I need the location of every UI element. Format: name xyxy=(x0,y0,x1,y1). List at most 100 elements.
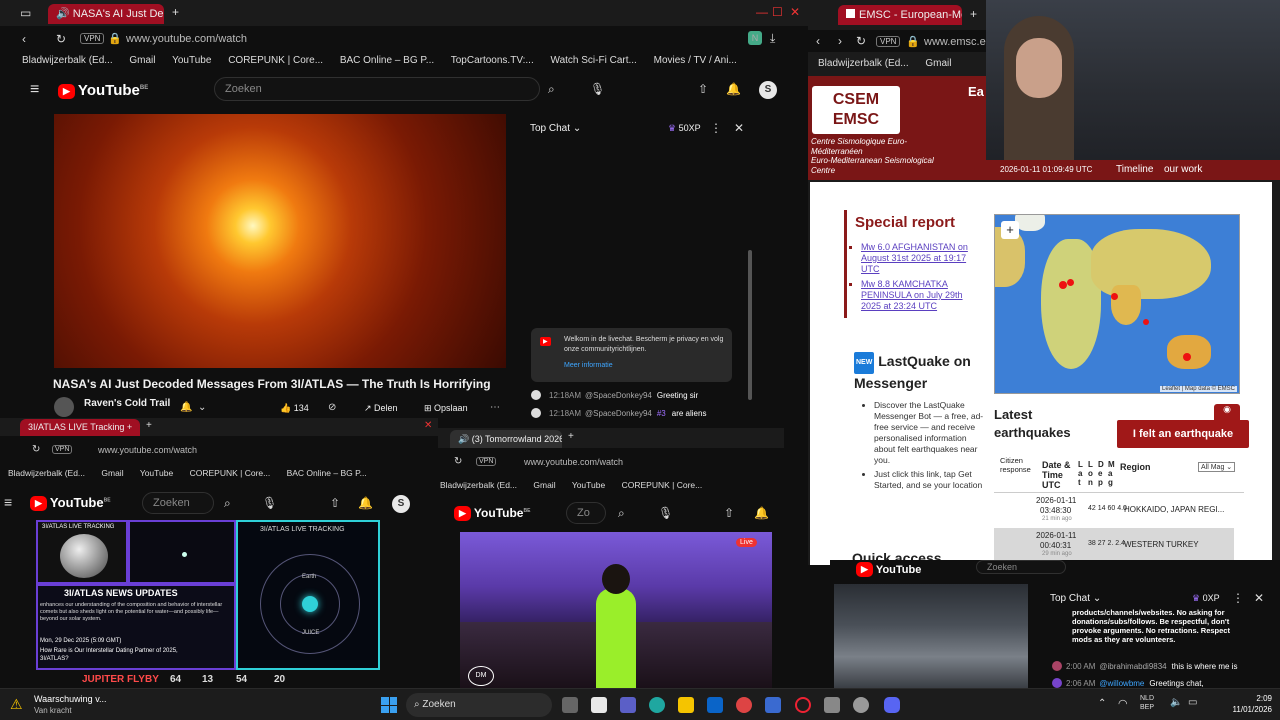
maximize-icon[interactable]: ☐ xyxy=(772,5,783,19)
quake-marker[interactable] xyxy=(1111,293,1118,300)
bookmark-item[interactable]: YouTube xyxy=(572,480,605,490)
bookmark-item[interactable]: BAC Online – BG P... xyxy=(287,468,367,478)
settings-icon[interactable] xyxy=(853,697,869,713)
youtube-search-input[interactable]: Zoeken xyxy=(976,560,1066,574)
youtube-logo[interactable]: ▶ YouTubeBE xyxy=(454,506,530,521)
emsc-logo[interactable]: CSEM EMSC xyxy=(812,86,900,134)
bookmark-item[interactable]: BAC Online – BG P... xyxy=(340,55,434,66)
microphone-icon[interactable]: 🎙 xyxy=(262,496,277,510)
col-citizen-response[interactable]: Citizen response xyxy=(1000,456,1036,474)
back-icon[interactable]: ‹ xyxy=(816,34,820,48)
bookmark-item[interactable]: Bladwijzerbalk (Ed... xyxy=(22,55,113,66)
small-video-player[interactable] xyxy=(834,584,1028,688)
vpn-badge[interactable]: VPN xyxy=(80,33,105,44)
reload-icon[interactable]: ↻ xyxy=(56,32,66,46)
notification-bell-icon[interactable]: 🔔 xyxy=(180,402,192,413)
col-lon[interactable]: L o n xyxy=(1088,460,1096,487)
avatar[interactable]: S xyxy=(759,81,777,99)
sidebar-toggle-icon[interactable]: ▭ xyxy=(20,6,31,20)
microphone-icon[interactable]: 🎙 xyxy=(590,82,605,96)
speaker-tray-icon[interactable]: 🔈 xyxy=(1170,697,1182,708)
channel-name[interactable]: Raven's Cold Trail xyxy=(84,398,170,409)
like-button[interactable]: 👍 134 xyxy=(280,403,309,414)
emsc-url-text[interactable]: www.emsc.eu xyxy=(924,36,992,48)
bookmark-item[interactable]: COREPUNK | Core... xyxy=(228,55,323,66)
small-chat-header[interactable]: Top Chat ⌄ xyxy=(1050,593,1101,604)
calculator-icon[interactable] xyxy=(824,697,840,713)
bookmark-item[interactable]: Watch Sci-Fi Cart... xyxy=(551,55,637,66)
chat-header[interactable]: Top Chat ⌄ xyxy=(530,123,581,134)
store-icon[interactable] xyxy=(765,697,781,713)
close-icon[interactable]: ✕ xyxy=(790,5,800,19)
back-icon[interactable]: ‹ xyxy=(22,32,26,46)
col-date-time[interactable]: Date & Time UTC xyxy=(1042,460,1072,490)
upload-icon[interactable]: ⇧ xyxy=(698,82,708,96)
language-indicator[interactable]: NLD BEP xyxy=(1140,694,1154,712)
outlook-icon[interactable] xyxy=(707,697,723,713)
download-icon[interactable]: ⤓ xyxy=(770,31,775,46)
bookmark-item[interactable]: Bladwijzerbalk (Ed... xyxy=(440,480,517,490)
bookmark-item[interactable]: Movies / TV / Ani... xyxy=(654,55,737,66)
quake-marker[interactable] xyxy=(1143,319,1149,325)
col-mag[interactable]: M a g xyxy=(1108,460,1116,487)
hamburger-menu-icon[interactable]: ≡ xyxy=(4,494,12,510)
tomorrowland-active-tab[interactable]: 🔊 (3) Tomorrowland 2026 xyxy=(450,430,562,448)
chrome-icon[interactable] xyxy=(736,697,752,713)
edge-icon[interactable] xyxy=(649,697,665,713)
bell-icon[interactable]: 🔔 xyxy=(726,82,741,96)
upload-icon[interactable]: ⇧ xyxy=(724,506,734,520)
felt-earthquake-button[interactable]: I felt an earthquake xyxy=(1117,420,1249,448)
bookmark-item[interactable]: Gmail xyxy=(129,55,155,66)
youtube-logo[interactable]: ▶ YouTubeBE xyxy=(30,495,111,511)
hamburger-menu-icon[interactable]: ≡ xyxy=(30,81,39,99)
main-url-text[interactable]: www.youtube.com/watch xyxy=(126,33,247,45)
map-attribution[interactable]: Leaflet | Map data © EMSC xyxy=(1159,386,1237,392)
discord-icon[interactable] xyxy=(884,697,900,713)
youtube-search-input[interactable]: Zo xyxy=(566,502,606,524)
avatar[interactable]: S xyxy=(392,495,410,513)
bookmark-item[interactable]: YouTube xyxy=(172,55,211,66)
start-button[interactable] xyxy=(381,697,397,713)
youtube-search-input[interactable]: Zoeken xyxy=(214,77,540,101)
save-button[interactable]: ⊞ Opslaan xyxy=(424,403,468,414)
mag-filter-select[interactable]: All Mag ⌄ xyxy=(1198,462,1236,472)
nav-timeline[interactable]: Timeline xyxy=(1116,164,1153,175)
chevron-down-icon[interactable]: ⌄ xyxy=(198,402,206,413)
col-region[interactable]: Region xyxy=(1120,462,1151,472)
teams-icon[interactable] xyxy=(620,697,636,713)
channel-avatar[interactable] xyxy=(54,397,74,417)
bookmark-item[interactable]: Gmail xyxy=(533,480,555,490)
bookmark-item[interactable]: Bladwijzerbalk (Ed... xyxy=(8,468,85,478)
share-button[interactable]: ↗ Delen xyxy=(364,403,398,414)
battery-icon[interactable]: ▭ xyxy=(1188,697,1197,708)
emsc-active-tab[interactable]: EMSC - European-Mediter xyxy=(838,5,962,25)
quake-marker[interactable] xyxy=(1067,279,1074,286)
bell-icon[interactable]: 🔔 xyxy=(754,506,769,520)
quake-marker[interactable] xyxy=(1183,353,1191,361)
reload-icon[interactable]: ↻ xyxy=(856,34,866,48)
report-link[interactable]: Mw 8.8 KAMCHATKA PENINSULA on July 29th … xyxy=(861,279,973,312)
reload-icon[interactable]: ↻ xyxy=(32,444,40,455)
chat-close-icon[interactable]: ✕ xyxy=(734,121,744,135)
minimize-icon[interactable]: — xyxy=(756,5,768,19)
microphone-icon[interactable]: 🎙 xyxy=(658,506,673,520)
new-tab-icon[interactable]: + xyxy=(146,420,152,431)
vpn-badge[interactable]: VPN xyxy=(476,457,497,466)
more-info-link[interactable]: Meer informatie xyxy=(564,362,613,369)
main-active-tab[interactable]: 🔊 NASA's AI Just Decod xyxy=(48,4,164,24)
youtube-search-input[interactable]: Zoeken xyxy=(142,492,214,514)
atlas-video-player[interactable]: 3I/ATLAS LIVE TRACKING 3I/ATLAS LIVE TRA… xyxy=(36,520,380,670)
more-options-icon[interactable]: ⋯ xyxy=(490,402,500,413)
map-zoom-in-button[interactable]: + xyxy=(1001,221,1019,239)
quake-marker[interactable] xyxy=(1059,281,1067,289)
quake-table-row[interactable]: 2026-01-11 03:48:30 21 min ago 42 14 60 … xyxy=(994,492,1244,524)
close-icon[interactable]: ✕ xyxy=(424,420,432,431)
search-icon[interactable]: ⌕ xyxy=(618,506,625,521)
bookmark-item[interactable]: Gmail xyxy=(925,58,951,69)
atlas-url-text[interactable]: www.youtube.com/watch xyxy=(98,445,197,455)
forward-icon[interactable]: › xyxy=(838,34,842,48)
col-dep[interactable]: D e p xyxy=(1098,460,1106,487)
reload-icon[interactable]: ↻ xyxy=(454,456,462,467)
extension-badge[interactable]: N xyxy=(748,31,762,45)
atlas-active-tab[interactable]: 3I/ATLAS LIVE Tracking + xyxy=(20,419,140,436)
